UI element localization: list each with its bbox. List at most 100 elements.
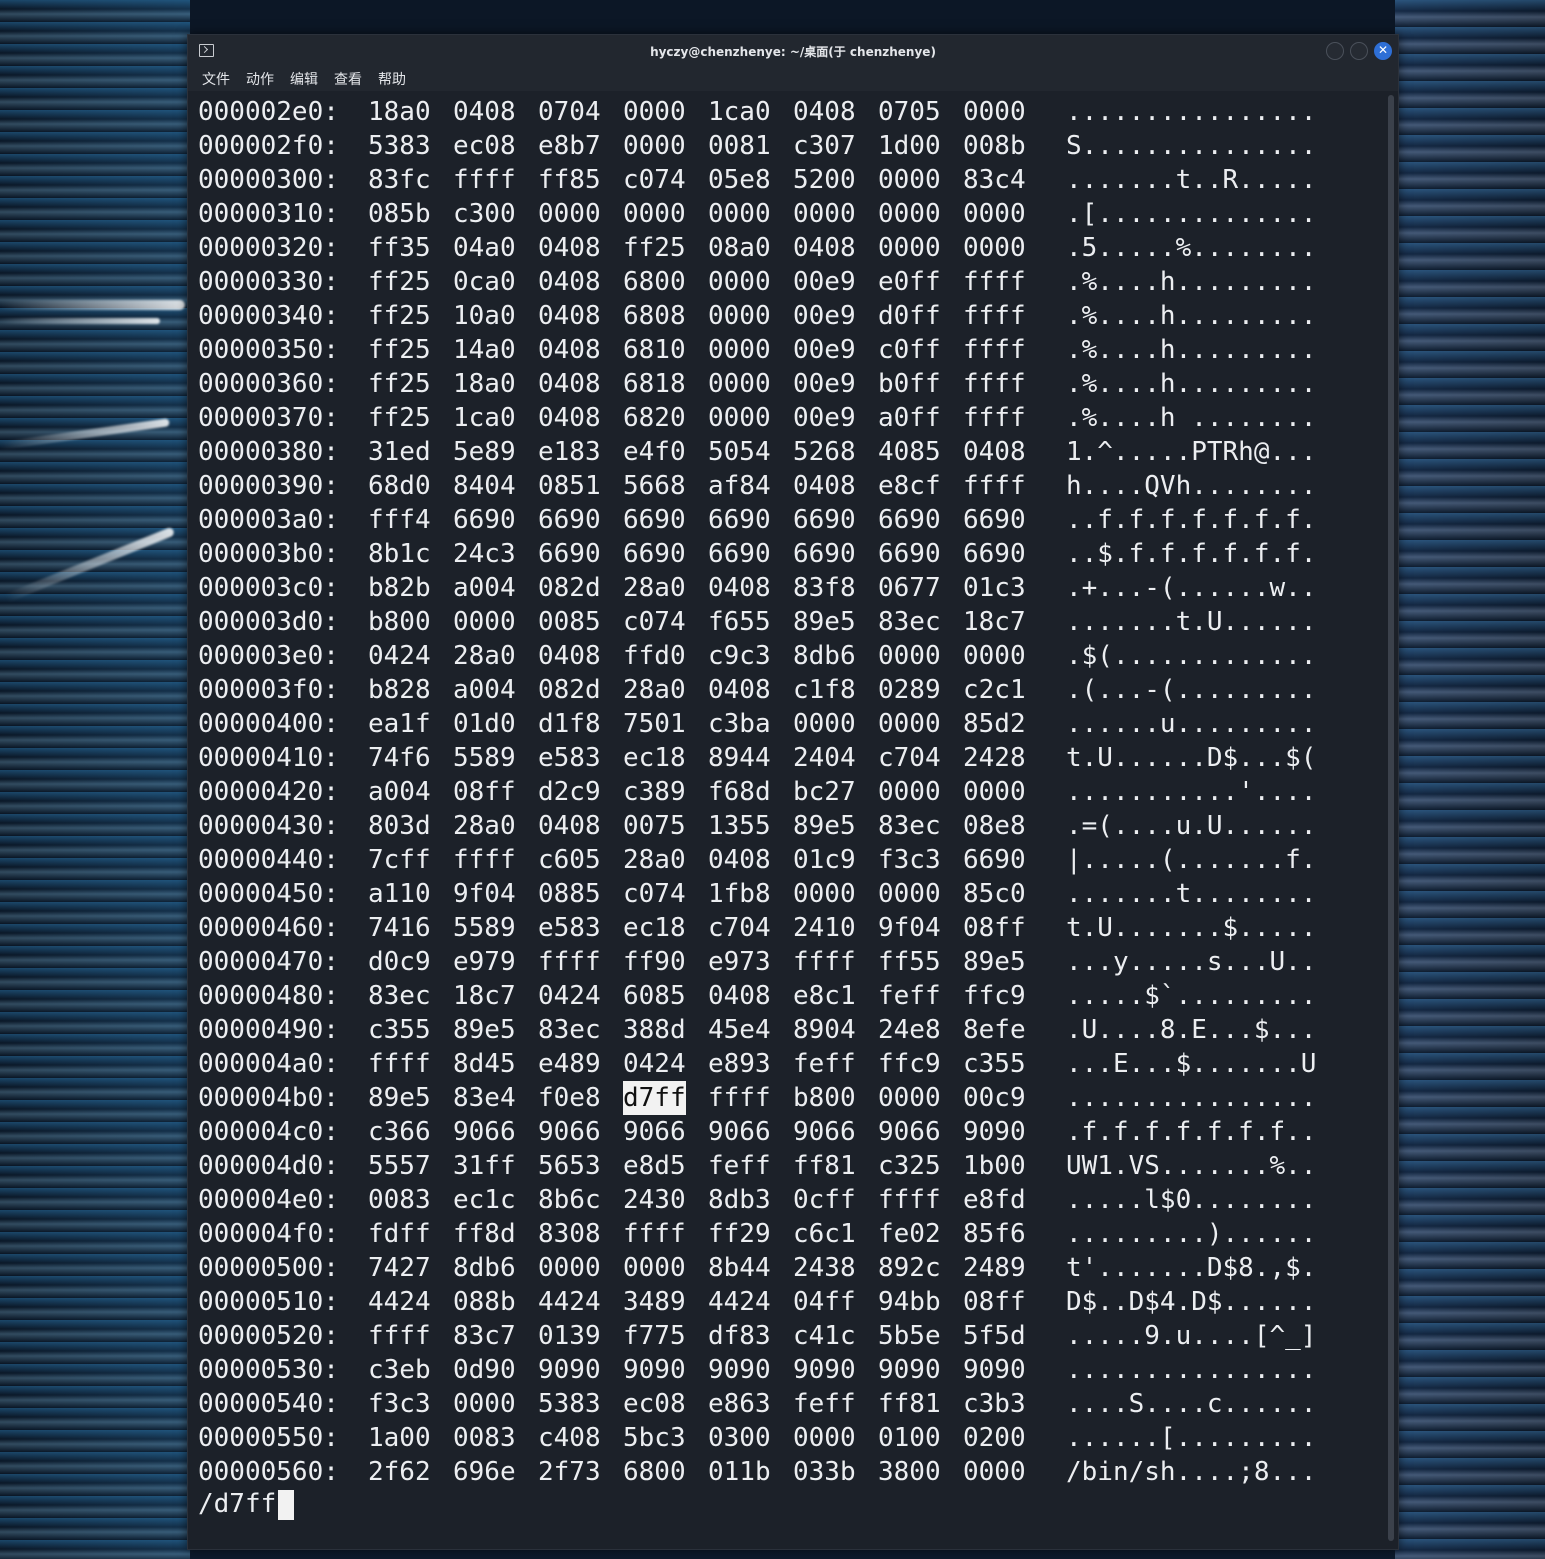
hex-word: 2410 [793, 913, 856, 943]
row-ascii: S............... [1066, 131, 1317, 161]
hex-word: 83ec [538, 1015, 601, 1045]
row-offset: 000003a0: [198, 505, 339, 535]
hex-word: 6808 [623, 301, 686, 331]
hex-word: 18c7 [453, 981, 516, 1011]
hex-word: 6690 [878, 505, 941, 535]
hex-word: 0075 [623, 811, 686, 841]
hex-word: 01d0 [453, 709, 516, 739]
minimize-button[interactable] [1326, 42, 1344, 60]
menu-file[interactable]: 文件 [202, 69, 230, 89]
hex-word: 9090 [708, 1355, 771, 1385]
scrollbar[interactable] [1388, 95, 1394, 1541]
hex-word: e863 [708, 1389, 771, 1419]
hex-word: 0300 [708, 1423, 771, 1453]
hex-word: 9066 [538, 1117, 601, 1147]
row-offset: 00000340: [198, 301, 339, 331]
row-ascii: .$(............. [1066, 641, 1317, 671]
hex-word: a110 [368, 879, 431, 909]
hex-word: 9090 [878, 1355, 941, 1385]
menu-actions[interactable]: 动作 [246, 69, 274, 89]
hex-word: a004 [453, 675, 516, 705]
close-button[interactable]: ✕ [1374, 42, 1392, 60]
hex-word: 892c [878, 1253, 941, 1283]
hex-word: 31ff [453, 1151, 516, 1181]
hex-word: 6690 [963, 539, 1026, 569]
menu-edit[interactable]: 编辑 [290, 69, 318, 89]
hex-word: 8404 [453, 471, 516, 501]
row-offset: 000003e0: [198, 641, 339, 671]
hex-word: 8efe [963, 1015, 1026, 1045]
hex-word: c389 [623, 777, 686, 807]
hex-word: 9090 [538, 1355, 601, 1385]
hex-word: ec18 [623, 743, 686, 773]
hex-word: 00e9 [793, 335, 856, 365]
hex-word: c3b3 [963, 1389, 1026, 1419]
hex-word: 2489 [963, 1253, 1026, 1283]
hex-word: 0083 [368, 1185, 431, 1215]
hex-word: f68d [708, 777, 771, 807]
row-ascii: ......[......... [1066, 1423, 1317, 1453]
hex-word: 0408 [538, 641, 601, 671]
row-ascii: .5.....%........ [1066, 233, 1317, 263]
hex-word: 4424 [708, 1287, 771, 1317]
maximize-button[interactable] [1350, 42, 1368, 60]
hex-word: 0704 [538, 97, 601, 127]
hex-word: c074 [623, 165, 686, 195]
row-ascii: ..f.f.f.f.f.f.f. [1066, 505, 1317, 535]
hex-word: 7501 [623, 709, 686, 739]
hex-word: 9090 [623, 1355, 686, 1385]
hex-word: 0424 [623, 1049, 686, 1079]
hex-word: ec08 [453, 131, 516, 161]
hex-word: 0000 [708, 335, 771, 365]
hex-word: 08ff [453, 777, 516, 807]
hex-word: ff29 [708, 1219, 771, 1249]
hex-word: ffd0 [623, 641, 686, 671]
row-ascii: ......u......... [1066, 709, 1317, 739]
search-match-highlight: d7ff [623, 1081, 686, 1115]
hex-word: 83ec [878, 811, 941, 841]
row-ascii: /bin/sh....;8... [1066, 1457, 1317, 1487]
hex-word: 803d [368, 811, 431, 841]
command-prompt[interactable]: /d7ff [198, 1487, 295, 1521]
hex-word: f0e8 [538, 1083, 601, 1113]
row-ascii: .........)...... [1066, 1219, 1317, 1249]
hex-word: 9066 [453, 1117, 516, 1147]
row-offset: 00000330: [198, 267, 339, 297]
hex-word: ffff [368, 1049, 431, 1079]
row-ascii: ....S....c...... [1066, 1389, 1317, 1419]
hex-word: 0ca0 [453, 267, 516, 297]
hex-word: ff85 [538, 165, 601, 195]
hex-word: 0408 [538, 267, 601, 297]
title-bar[interactable]: hyczy@chenzhenye: ~/桌面(于 chenzhenye) ✕ [188, 35, 1398, 65]
hex-word: 18a0 [368, 97, 431, 127]
hex-word: 8b1c [368, 539, 431, 569]
menu-view[interactable]: 查看 [334, 69, 362, 89]
row-offset: 00000510: [198, 1287, 339, 1317]
hex-word: ec08 [623, 1389, 686, 1419]
hex-word: f775 [623, 1321, 686, 1351]
terminal-window: hyczy@chenzhenye: ~/桌面(于 chenzhenye) ✕ 文… [187, 34, 1399, 1550]
hex-word: 83fc [368, 165, 431, 195]
hex-word: 3800 [878, 1457, 941, 1487]
terminal-output[interactable]: 000002e0: 18a0 0408 0704 0000 1ca0 0408 0705 000… [198, 95, 1378, 1535]
hex-word: e489 [538, 1049, 601, 1079]
hex-word: ffff [963, 335, 1026, 365]
row-ascii: .......t.U...... [1066, 607, 1317, 637]
hex-word: 01c3 [963, 573, 1026, 603]
hex-word: 0000 [708, 369, 771, 399]
hex-word: ffff [623, 1219, 686, 1249]
hex-word: 6690 [538, 539, 601, 569]
hex-word: c355 [368, 1015, 431, 1045]
hex-word: 0705 [878, 97, 941, 127]
hex-word: 0083 [453, 1423, 516, 1453]
hex-word: 088b [453, 1287, 516, 1317]
row-ascii: ..$.f.f.f.f.f.f. [1066, 539, 1317, 569]
hex-word: 83ec [368, 981, 431, 1011]
hex-word: 0000 [538, 199, 601, 229]
hex-word: 1355 [708, 811, 771, 841]
hex-word: 83ec [878, 607, 941, 637]
hex-word: 5589 [453, 743, 516, 773]
hex-word: 0200 [963, 1423, 1026, 1453]
hex-word: e8cf [878, 471, 941, 501]
menu-help[interactable]: 帮助 [378, 69, 406, 89]
